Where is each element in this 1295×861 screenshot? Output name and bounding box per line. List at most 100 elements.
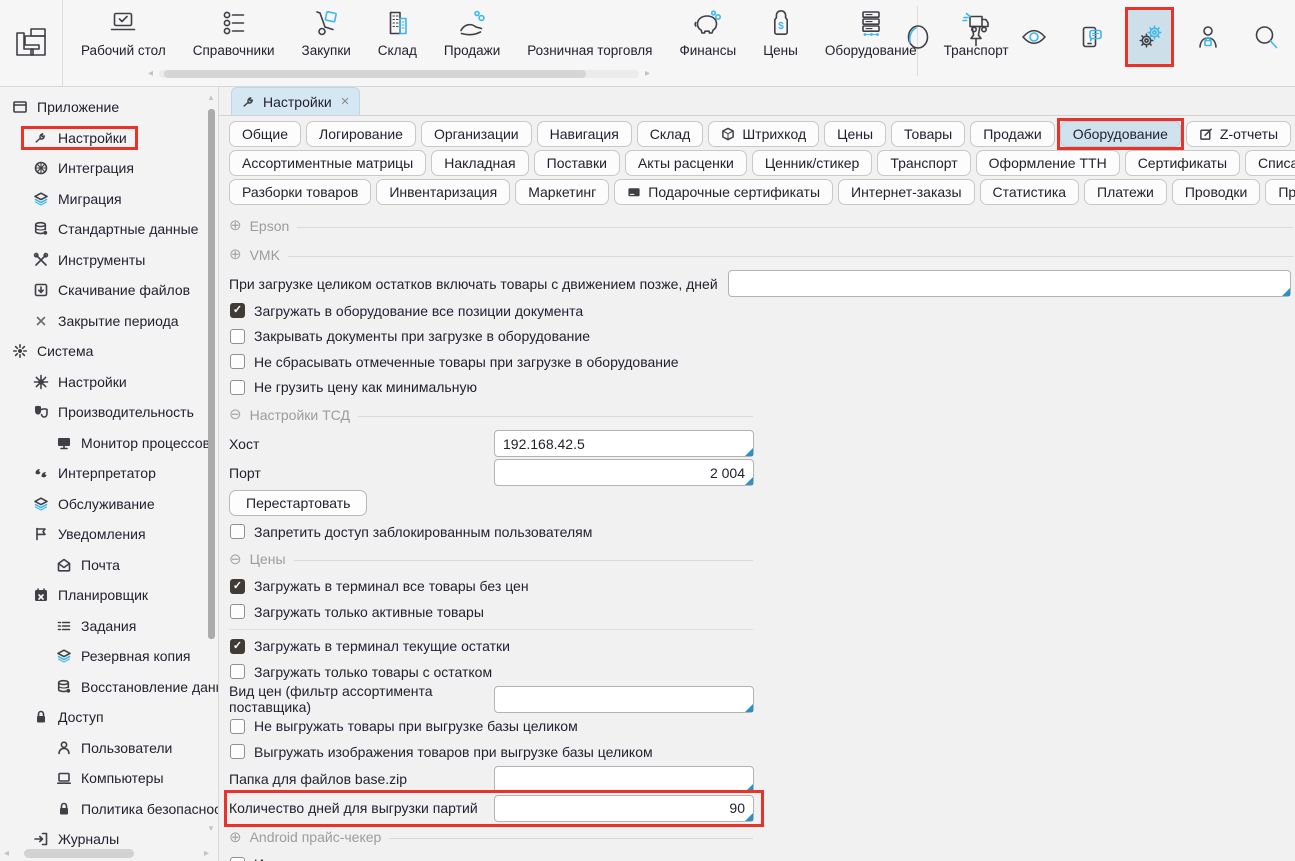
sidebar-scroll-thumb[interactable] <box>208 109 215 639</box>
tab-assortimentnye-matritsy[interactable]: Ассортиментные матрицы <box>229 150 426 176</box>
tab-prodazhi[interactable]: Продажи <box>970 121 1054 147</box>
checkbox[interactable] <box>230 719 245 734</box>
tab-podarochnye-sertifikaty[interactable]: Подарочные сертификаты <box>614 179 833 205</box>
minus-circle-icon[interactable]: ⊖ <box>229 407 242 422</box>
sidebar-item-vosstanovlenie-dannykh[interactable]: Восстановление данни <box>0 672 218 703</box>
scroll-left-icon[interactable]: ◂ <box>148 69 153 79</box>
document-tab-settings[interactable]: Настройки × <box>231 87 360 115</box>
sidebar-hscroll-track[interactable] <box>14 849 199 858</box>
sidebar-item-skachivanie-faylov[interactable]: Скачивание файлов <box>0 275 218 306</box>
settings-button[interactable] <box>1126 9 1173 65</box>
tab-organizatsii[interactable]: Организации <box>421 121 532 147</box>
text-input[interactable] <box>494 459 754 486</box>
toolbar-scrollbar[interactable]: ◂ ▸ <box>148 69 650 79</box>
sidebar-item-uvedomleniya[interactable]: Уведомления <box>0 519 218 550</box>
close-icon[interactable]: × <box>341 93 350 110</box>
toolbar-item-references[interactable]: Справочники <box>193 8 275 58</box>
checkbox-use-supply-date-orders[interactable]: Использовать дату поставки для заказов <box>229 852 1295 861</box>
checkbox[interactable] <box>230 664 245 679</box>
sidebar-item-nastroyki[interactable]: Настройки <box>0 123 218 154</box>
search-button[interactable] <box>1242 9 1289 65</box>
toolbar-item-prices[interactable]: $ Цены <box>763 8 798 58</box>
checkbox-load-current-stock[interactable]: Загружать в терминал текущие остатки <box>229 634 1295 660</box>
eye-button[interactable] <box>1010 9 1057 65</box>
tab-spisaniya[interactable]: Списания <box>1245 150 1295 176</box>
sidebar-item-prilozhenie[interactable]: Приложение <box>0 92 218 123</box>
restart-button[interactable]: Перестартовать <box>229 490 367 516</box>
sidebar-item-dostup[interactable]: Доступ <box>0 702 218 733</box>
sidebar-hscroll-thumb[interactable] <box>24 849 134 858</box>
checkbox[interactable] <box>230 579 245 594</box>
minus-circle-icon[interactable]: ⊖ <box>229 552 242 567</box>
text-input[interactable] <box>728 270 1291 297</box>
tab-akty-rastsenki[interactable]: Акты расценки <box>625 150 747 176</box>
checkbox[interactable] <box>230 380 245 395</box>
sidebar-horizontal-scrollbar[interactable]: ◂ ▸ <box>0 847 213 860</box>
toolbar-item-desktop[interactable]: Рабочий стол <box>81 8 166 58</box>
tab-logirovanie[interactable]: Логирование <box>306 121 416 147</box>
tab-provodki[interactable]: Проводки <box>1172 179 1261 205</box>
messages-button[interactable] <box>1068 9 1115 65</box>
tab-transport[interactable]: Транспорт <box>877 150 970 176</box>
tab-statistika[interactable]: Статистика <box>980 179 1080 205</box>
tab-obshchie[interactable]: Общие <box>229 121 301 147</box>
tab-platezhi[interactable]: Платежи <box>1084 179 1167 205</box>
tab-postavki[interactable]: Поставки <box>534 150 620 176</box>
sidebar-item-proizvoditelnost[interactable]: Производительность <box>0 397 218 428</box>
checkbox-load-only-active[interactable]: Загружать только активные товары <box>229 599 1295 625</box>
scroll-down-icon[interactable]: ▾ <box>209 824 214 833</box>
scroll-right-icon[interactable]: ▸ <box>204 849 209 859</box>
toolbar-scroll-track[interactable] <box>159 70 639 78</box>
text-input[interactable] <box>494 795 754 822</box>
sidebar-vertical-scrollbar[interactable]: ▴ ▾ <box>205 93 217 843</box>
tab-oborudovanie[interactable]: Оборудование <box>1060 121 1181 147</box>
checkbox-close-documents[interactable]: Закрывать документы при загрузке в обору… <box>229 324 1295 350</box>
tab-sklad[interactable]: Склад <box>637 121 704 147</box>
scroll-right-icon[interactable]: ▸ <box>645 69 650 79</box>
checkbox-load-all-positions[interactable]: Загружать в оборудование все позиции док… <box>229 298 1295 324</box>
checkbox-load-goods-without-prices[interactable]: Загружать в терминал все товары без цен <box>229 574 1295 600</box>
toolbar-item-retail[interactable]: Розничная торговля <box>527 8 652 58</box>
sidebar-item-nastroyki-sistema[interactable]: Настройки <box>0 367 218 398</box>
checkbox[interactable] <box>230 639 245 654</box>
sidebar-item-zadaniya[interactable]: Задания <box>0 611 218 642</box>
sidebar-item-planirovshchik[interactable]: Планировщик <box>0 580 218 611</box>
tab-tovary[interactable]: Товары <box>891 121 965 147</box>
checkbox[interactable] <box>230 524 245 539</box>
sidebar-item-standartnye-dannye[interactable]: Стандартные данные <box>0 214 218 245</box>
pin-button[interactable] <box>952 9 999 65</box>
checkbox-deny-blocked-users[interactable]: Запретить доступ заблокированным пользов… <box>229 519 1295 545</box>
tab-inventarizatsiya[interactable]: Инвентаризация <box>376 179 510 205</box>
tab-shtrikhkod[interactable]: Штрихкод <box>708 121 819 147</box>
sidebar-item-migratsiya[interactable]: Миграция <box>0 184 218 215</box>
tab-nakladnaya[interactable]: Накладная <box>431 150 528 176</box>
tab-z-otchety[interactable]: Z-отчеты <box>1186 121 1291 147</box>
checkbox[interactable] <box>230 329 245 344</box>
tab-razborki-tovarov[interactable]: Разборки товаров <box>229 179 371 205</box>
scroll-left-icon[interactable]: ◂ <box>4 849 9 859</box>
plus-circle-icon[interactable]: ⊕ <box>229 247 242 262</box>
app-logo[interactable] <box>0 0 63 86</box>
checkbox[interactable] <box>230 604 245 619</box>
text-input[interactable] <box>494 686 754 713</box>
scroll-up-icon[interactable]: ▴ <box>209 93 214 102</box>
tab-tseny[interactable]: Цены <box>824 121 886 147</box>
toolbar-item-warehouse[interactable]: Склад <box>378 8 417 58</box>
plus-circle-icon[interactable]: ⊕ <box>229 830 242 845</box>
toolbar-item-sales[interactable]: Продажи <box>444 8 500 58</box>
checkbox[interactable] <box>230 303 245 318</box>
checkbox-keep-marked-goods[interactable]: Не сбрасывать отмеченные товары при загр… <box>229 349 1295 375</box>
tab-internet-zakazy[interactable]: Интернет-заказы <box>838 179 975 205</box>
plus-circle-icon[interactable]: ⊕ <box>229 218 242 233</box>
sidebar-item-monitor-protsessov[interactable]: Монитор процессов <box>0 428 218 459</box>
sidebar-item-sistema[interactable]: Система <box>0 336 218 367</box>
sidebar-item-kompyutery[interactable]: Компьютеры <box>0 763 218 794</box>
quick-pie-button[interactable] <box>894 9 941 65</box>
checkbox[interactable] <box>230 857 245 861</box>
tab-proizvodstvo[interactable]: Производство <box>1265 179 1295 205</box>
tab-oformlenie-ttn[interactable]: Оформление ТТН <box>976 150 1120 176</box>
toolbar-item-purchases[interactable]: Закупки <box>302 8 351 58</box>
text-input[interactable] <box>494 766 754 793</box>
tab-tsennik-stiker[interactable]: Ценник/стикер <box>752 150 873 176</box>
sidebar-item-polzovateli[interactable]: Пользователи <box>0 733 218 764</box>
